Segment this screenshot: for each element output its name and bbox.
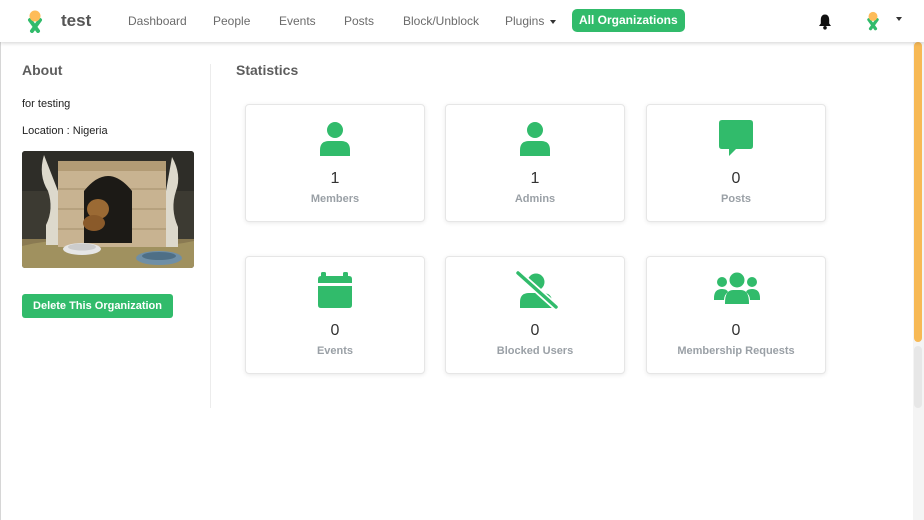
scrollbar-thumb[interactable] <box>914 42 922 342</box>
user-icon <box>520 122 550 156</box>
brand-name[interactable]: test <box>61 11 91 31</box>
stat-card-members[interactable]: 1 Members <box>245 104 425 222</box>
stat-card-posts[interactable]: 0 Posts <box>646 104 826 222</box>
top-navbar: test Dashboard People Events Posts Block… <box>0 0 924 42</box>
chevron-down-icon[interactable] <box>896 17 902 21</box>
members-count: 1 <box>330 170 340 187</box>
stat-card-blocked-users[interactable]: 0 Blocked Users <box>445 256 625 374</box>
scrollbar-lower-segment <box>914 346 922 408</box>
membership-requests-count: 0 <box>731 322 741 339</box>
nav-people[interactable]: People <box>213 14 250 28</box>
delete-organization-button[interactable]: Delete This Organization <box>22 294 173 318</box>
bell-icon[interactable] <box>818 13 832 30</box>
stat-card-membership-requests[interactable]: 0 Membership Requests <box>646 256 826 374</box>
membership-requests-label: Membership Requests <box>677 345 795 357</box>
about-heading: About <box>22 62 63 78</box>
blocked-users-label: Blocked Users <box>496 345 574 357</box>
nav-dashboard[interactable]: Dashboard <box>128 14 187 28</box>
posts-label: Posts <box>721 193 751 205</box>
org-location: Location : Nigeria <box>22 125 108 137</box>
stat-card-admins[interactable]: 1 Admins <box>445 104 625 222</box>
nav-all-organizations[interactable]: All Organizations <box>572 9 685 32</box>
org-description: for testing <box>22 98 71 110</box>
admins-label: Admins <box>514 193 556 205</box>
user-slash-icon <box>514 271 558 309</box>
user-avatar-icon[interactable] <box>864 10 882 31</box>
organization-image <box>22 151 194 268</box>
statistics-heading: Statistics <box>236 62 299 78</box>
stat-card-events[interactable]: 0 Events <box>245 256 425 374</box>
user-icon <box>320 122 350 156</box>
page-left-border <box>0 42 1 520</box>
events-label: Events <box>316 345 354 357</box>
chevron-down-icon <box>550 19 557 24</box>
talawa-logo-icon[interactable] <box>24 9 46 33</box>
comment-icon <box>719 120 753 156</box>
events-count: 0 <box>330 322 340 339</box>
posts-count: 0 <box>731 170 741 187</box>
blocked-users-count: 0 <box>530 322 540 339</box>
column-divider <box>210 64 211 408</box>
calendar-icon <box>318 272 352 308</box>
nav-block-unblock[interactable]: Block/Unblock <box>403 14 479 28</box>
nav-plugins-label: Plugins <box>505 14 545 28</box>
nav-plugins-dropdown[interactable]: Plugins <box>505 14 557 28</box>
users-group-icon <box>714 272 760 304</box>
members-label: Members <box>310 193 360 205</box>
admins-count: 1 <box>530 170 540 187</box>
nav-posts[interactable]: Posts <box>344 14 374 28</box>
nav-events[interactable]: Events <box>279 14 316 28</box>
